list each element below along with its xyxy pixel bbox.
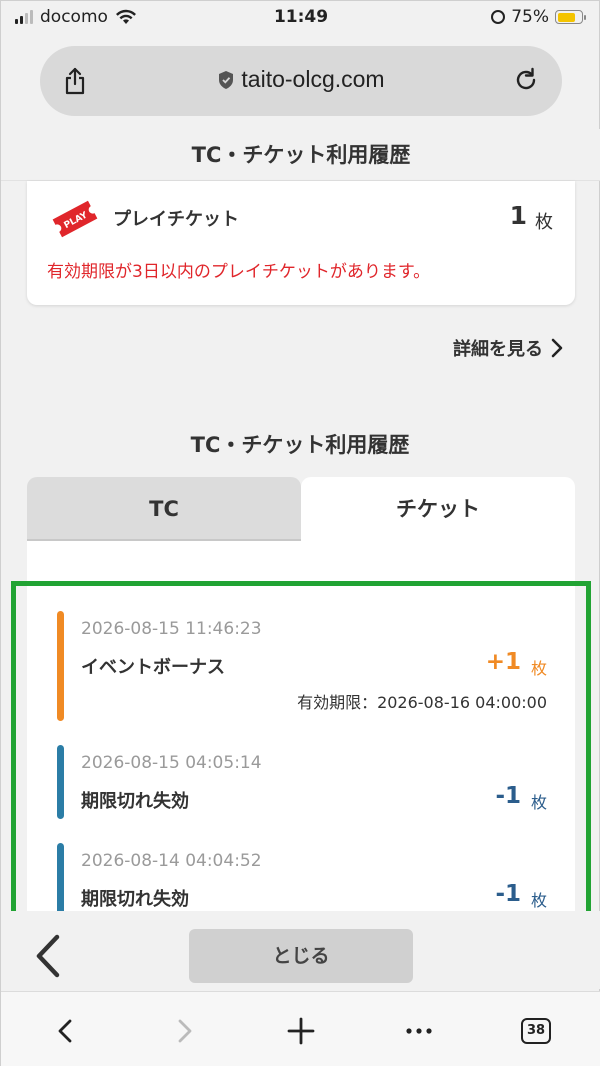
chevron-right-icon [551, 338, 563, 358]
history-tabs: TC チケット [27, 477, 575, 541]
shield-icon [219, 71, 234, 89]
new-tab-icon[interactable] [284, 1014, 318, 1048]
browser-forward-icon[interactable] [167, 1014, 201, 1048]
page-title: TC・チケット利用履歴 [1, 129, 600, 181]
battery-percent: 75% [511, 7, 549, 27]
browser-back-icon[interactable] [49, 1014, 83, 1048]
status-bar: docomo 11:49 75% [1, 1, 600, 37]
back-arrow-icon[interactable] [31, 933, 65, 979]
address-bar[interactable]: taito-olcg.com [40, 46, 562, 116]
ticket-label: プレイチケット [113, 209, 239, 230]
browser-toolbar: 38 [1, 991, 600, 1066]
details-link[interactable]: 詳細を見る [453, 335, 563, 361]
tabs-icon[interactable]: 38 [521, 1018, 551, 1044]
url-text: taito-olcg.com [241, 66, 385, 92]
ticket-count: 1 [509, 201, 527, 230]
ticket-summary-card: PLAY プレイチケット 1 枚 有効期限が3日以内のプレイチケットがあります。 [27, 181, 575, 305]
close-button[interactable]: とじる [189, 929, 413, 983]
more-icon[interactable] [402, 1014, 436, 1048]
bottom-action-bar: とじる [1, 911, 600, 989]
url-display[interactable]: taito-olcg.com [40, 66, 562, 93]
highlight-frame [11, 581, 591, 927]
ticket-unit: 枚 [535, 212, 553, 233]
status-right: 75% [491, 7, 586, 27]
tab-ticket[interactable]: チケット [301, 477, 575, 541]
history-section-title: TC・チケット利用履歴 [190, 433, 410, 457]
details-link-label: 詳細を見る [453, 339, 543, 360]
battery-icon [555, 10, 586, 24]
orientation-lock-icon [491, 10, 506, 24]
play-ticket-icon: PLAY [52, 200, 98, 238]
reload-icon[interactable] [512, 66, 540, 94]
battery-fill [557, 12, 575, 22]
expiry-warning: 有効期限が3日以内のプレイチケットがあります。 [47, 262, 431, 282]
tab-tc[interactable]: TC [27, 477, 301, 541]
